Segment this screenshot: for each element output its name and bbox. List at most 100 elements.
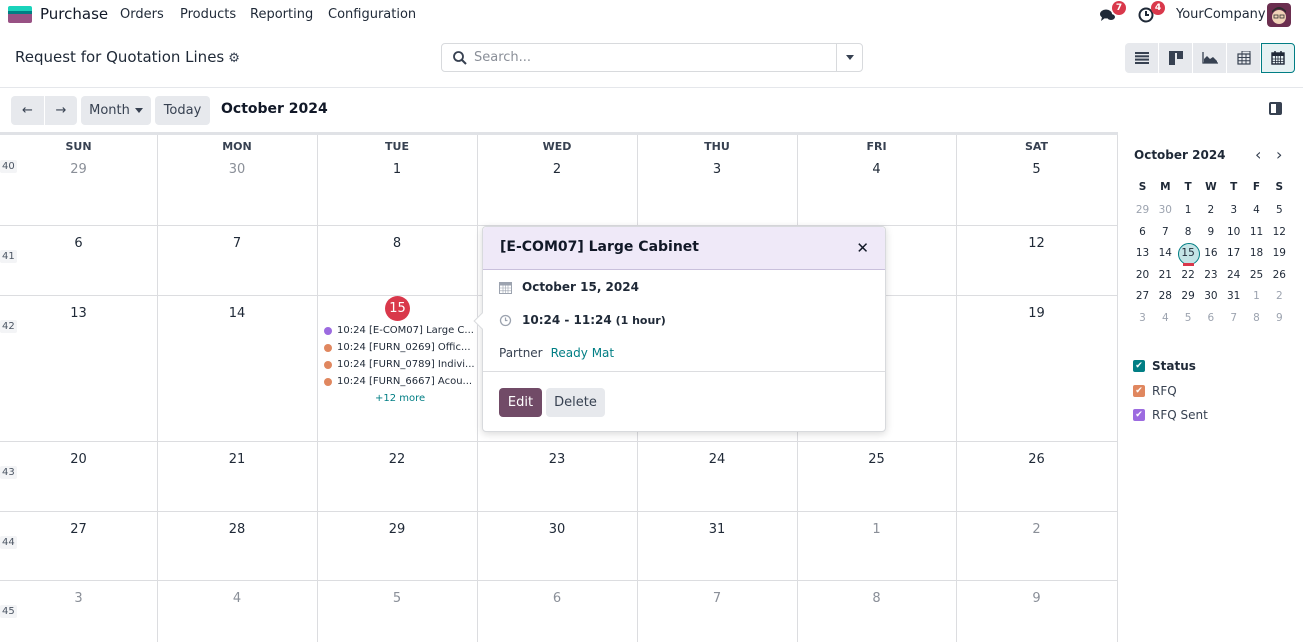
mini-day[interactable]: 2 [1199,204,1222,216]
calendar-day-cell[interactable] [797,580,956,642]
activities-button[interactable]: 4 [1138,1,1165,24]
mini-day[interactable]: 13 [1131,247,1154,259]
calendar-day-cell[interactable] [317,580,477,642]
gear-icon[interactable]: ⚙ [228,51,240,66]
view-list-button[interactable] [1125,43,1159,73]
day-number[interactable]: 1 [317,162,477,177]
mini-day[interactable]: 6 [1199,312,1222,324]
mini-next-month-icon[interactable]: › [1276,145,1282,164]
mini-day[interactable]: 8 [1177,226,1200,238]
mini-day[interactable]: 19 [1268,247,1291,259]
day-number[interactable]: 4 [157,591,317,606]
mini-day[interactable]: 18 [1245,247,1268,259]
calendar-day-cell[interactable] [797,135,956,225]
toggle-sidebar-icon[interactable] [1269,102,1282,115]
mini-day[interactable]: 2 [1268,290,1291,302]
day-number[interactable]: 25 [797,452,956,467]
day-number[interactable]: 22 [317,452,477,467]
mini-day[interactable]: 4 [1154,312,1177,324]
mini-day[interactable]: 21 [1154,269,1177,281]
day-number[interactable]: 2 [477,162,637,177]
day-number[interactable]: 6 [0,236,157,251]
app-logo-icon[interactable] [8,6,32,23]
mini-day[interactable]: 27 [1131,290,1154,302]
day-number[interactable]: 5 [956,162,1117,177]
day-number[interactable]: 12 [956,236,1117,251]
day-number[interactable]: 26 [956,452,1117,467]
menu-reporting[interactable]: Reporting [250,7,313,22]
mini-day[interactable]: 20 [1131,269,1154,281]
day-number[interactable]: 6 [477,591,637,606]
calendar-day-cell[interactable] [637,135,797,225]
mini-day[interactable]: 31 [1222,290,1245,302]
filter-rfq-sent[interactable]: ✔ RFQ Sent [1133,408,1208,422]
mini-day[interactable]: 29 [1177,290,1200,302]
edit-button[interactable]: Edit [499,388,542,417]
day-number[interactable]: 23 [477,452,637,467]
partner-link[interactable]: Ready Mat [551,346,614,360]
mini-day[interactable]: 5 [1268,204,1291,216]
mini-day[interactable]: 5 [1177,312,1200,324]
day-number[interactable]: 7 [157,236,317,251]
day-number[interactable]: 30 [477,522,637,537]
day-number[interactable]: 21 [157,452,317,467]
day-number[interactable]: 3 [637,162,797,177]
day-number[interactable]: 13 [0,306,157,321]
today-day-number[interactable]: 15 [385,296,410,321]
day-number[interactable]: 7 [637,591,797,606]
day-number[interactable]: 31 [637,522,797,537]
day-number[interactable]: 27 [0,522,157,537]
calendar-day-cell[interactable] [0,135,157,225]
calendar-day-cell[interactable] [477,580,637,642]
mini-day[interactable]: 3 [1131,312,1154,324]
mini-day[interactable]: 16 [1199,247,1222,259]
delete-button[interactable]: Delete [546,388,605,417]
day-number[interactable]: 5 [317,591,477,606]
menu-configuration[interactable]: Configuration [328,7,416,22]
mini-day[interactable]: 29 [1131,204,1154,216]
mini-day[interactable]: 30 [1154,204,1177,216]
search-options-toggle[interactable] [836,44,862,71]
mini-day[interactable]: 15 [1177,247,1200,259]
day-number[interactable]: 14 [157,306,317,321]
day-number[interactable]: 3 [0,591,157,606]
filter-section-status[interactable]: ✔ Status [1133,359,1196,373]
mini-day[interactable]: 24 [1222,269,1245,281]
day-number[interactable]: 24 [637,452,797,467]
calendar-day-cell[interactable] [477,135,637,225]
mini-day[interactable]: 17 [1222,247,1245,259]
day-number[interactable]: 9 [956,591,1117,606]
mini-day[interactable]: 30 [1199,290,1222,302]
mini-day[interactable]: 4 [1245,204,1268,216]
mini-day[interactable]: 11 [1245,226,1268,238]
day-number[interactable]: 29 [317,522,477,537]
mini-day[interactable]: 8 [1245,312,1268,324]
mini-day[interactable]: 12 [1268,226,1291,238]
day-number[interactable]: 29 [0,162,157,177]
calendar-day-cell[interactable] [637,580,797,642]
user-avatar[interactable] [1267,3,1291,27]
day-number[interactable]: 20 [0,452,157,467]
calendar-event[interactable]: 10:24 [FURN_6667] Acou... [324,376,472,387]
day-number[interactable]: 30 [157,162,317,177]
today-button[interactable]: Today [155,96,210,125]
mini-day[interactable]: 7 [1154,226,1177,238]
mini-day[interactable]: 7 [1222,312,1245,324]
calendar-day-cell[interactable] [0,580,157,642]
next-period-button[interactable]: → [45,96,77,125]
mini-day[interactable]: 9 [1268,312,1291,324]
mini-day[interactable]: 14 [1154,247,1177,259]
calendar-day-cell[interactable] [317,135,477,225]
calendar-event[interactable]: 10:24 [FURN_0269] Offic... [324,342,471,353]
day-number[interactable]: 8 [797,591,956,606]
app-name[interactable]: Purchase [40,5,108,23]
day-number[interactable]: 28 [157,522,317,537]
view-graph-button[interactable] [1193,43,1227,73]
calendar-event[interactable]: 10:24 [E-COM07] Large C... [324,325,474,336]
calendar-day-cell[interactable] [956,580,1117,642]
messages-button[interactable]: 7 [1099,1,1126,24]
mini-day[interactable]: 3 [1222,204,1245,216]
calendar-day-cell[interactable] [956,135,1117,225]
mini-prev-month-icon[interactable]: ‹ [1255,145,1261,164]
mini-day[interactable]: 1 [1245,290,1268,302]
